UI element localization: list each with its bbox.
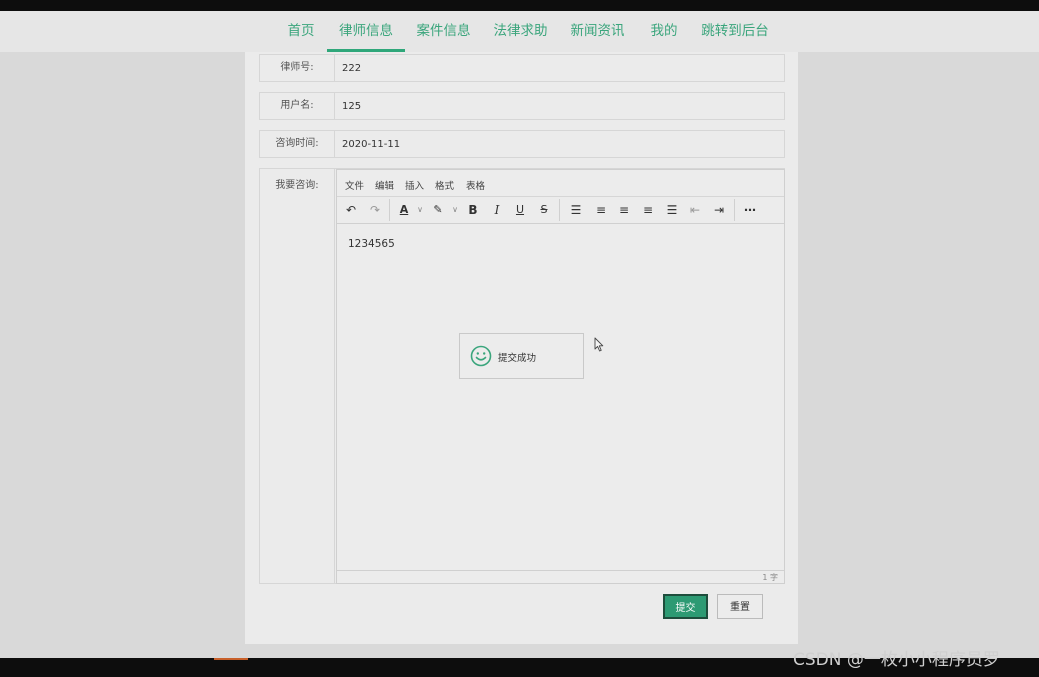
nav-home[interactable]: 首页 xyxy=(281,11,321,52)
editor-menubar: 文件 编辑 插入 格式 表格 xyxy=(337,170,784,197)
form-panel: 律师号: 222 用户名: 125 咨询时间: 2020-11-11 我要咨询:… xyxy=(245,52,798,644)
italic-icon[interactable]: I xyxy=(490,202,504,218)
line-height-icon[interactable]: ☰ xyxy=(568,202,584,218)
nav-mine[interactable]: 我的 xyxy=(644,11,684,52)
align-right-icon[interactable]: ≡ xyxy=(640,202,656,218)
justify-icon[interactable]: ☰ xyxy=(664,202,680,218)
nav-legal-help[interactable]: 法律求助 xyxy=(488,11,553,52)
toolbar-separator xyxy=(559,199,560,221)
highlight-dropdown-icon[interactable]: ∨ xyxy=(450,202,460,218)
more-icon[interactable]: ⋯ xyxy=(741,202,759,218)
nav-news[interactable]: 新闻资讯 xyxy=(565,11,630,52)
mouse-cursor-icon xyxy=(594,337,604,352)
editor-content[interactable]: 1234565 xyxy=(348,238,395,250)
editor-statusbar: 1 字 xyxy=(337,570,784,583)
lawyer-no-row: 律师号: 222 xyxy=(259,54,785,82)
toolbar-separator xyxy=(734,199,735,221)
outdent-icon[interactable]: ⇤ xyxy=(687,202,703,218)
smile-icon xyxy=(470,345,492,367)
nav-case-info[interactable]: 案件信息 xyxy=(411,11,476,52)
menu-edit[interactable]: 编辑 xyxy=(375,178,394,192)
strikethrough-icon[interactable]: S xyxy=(537,202,551,218)
reset-button[interactable]: 重置 xyxy=(717,594,763,619)
consult-time-row: 咨询时间: 2020-11-11 xyxy=(259,130,785,158)
text-color-dropdown-icon[interactable]: ∨ xyxy=(415,202,425,218)
top-black-bar xyxy=(0,0,1039,11)
underline-icon[interactable]: U xyxy=(513,202,527,218)
bold-icon[interactable]: B xyxy=(466,202,480,218)
username-label: 用户名: xyxy=(260,93,335,119)
menu-table[interactable]: 表格 xyxy=(466,178,485,192)
submit-button[interactable]: 提交 xyxy=(663,594,708,619)
lawyer-no-label: 律师号: xyxy=(260,55,335,81)
consult-time-label: 咨询时间: xyxy=(260,131,335,157)
success-toast: 提交成功 xyxy=(459,333,584,379)
bottom-orange-mark xyxy=(214,658,248,660)
menu-insert[interactable]: 插入 xyxy=(405,178,424,192)
toolbar-separator xyxy=(389,199,390,221)
menu-format[interactable]: 格式 xyxy=(435,178,454,192)
align-left-icon[interactable]: ≡ xyxy=(593,202,609,218)
menu-file[interactable]: 文件 xyxy=(345,178,364,192)
text-color-icon[interactable]: A xyxy=(397,202,411,218)
editor-toolbar: ↶ ↷ A ∨ ✎ ∨ B I U S ☰ ≡ ≡ ≡ ☰ ⇤ ⇥ ⋯ xyxy=(337,197,784,224)
watermark: CSDN @一枚小小程序员罗 xyxy=(793,650,1000,670)
word-count: 1 字 xyxy=(762,573,778,582)
consult-content-label: 我要咨询: xyxy=(260,169,335,583)
username-field[interactable]: 125 xyxy=(342,93,361,119)
consult-time-field[interactable]: 2020-11-11 xyxy=(342,131,400,157)
highlight-color-icon[interactable]: ✎ xyxy=(431,202,445,218)
nav-goto-backend[interactable]: 跳转到后台 xyxy=(696,11,774,52)
undo-icon[interactable]: ↶ xyxy=(343,202,359,218)
top-navigation: 首页 律师信息 案件信息 法律求助 新闻资讯 我的 跳转到后台 xyxy=(0,11,1039,52)
username-row: 用户名: 125 xyxy=(259,92,785,120)
indent-icon[interactable]: ⇥ xyxy=(711,202,727,218)
lawyer-no-field[interactable]: 222 xyxy=(342,55,361,81)
align-center-icon[interactable]: ≡ xyxy=(616,202,632,218)
nav-lawyer-info[interactable]: 律师信息 xyxy=(327,11,405,52)
toast-message: 提交成功 xyxy=(498,353,537,364)
redo-icon[interactable]: ↷ xyxy=(367,202,383,218)
